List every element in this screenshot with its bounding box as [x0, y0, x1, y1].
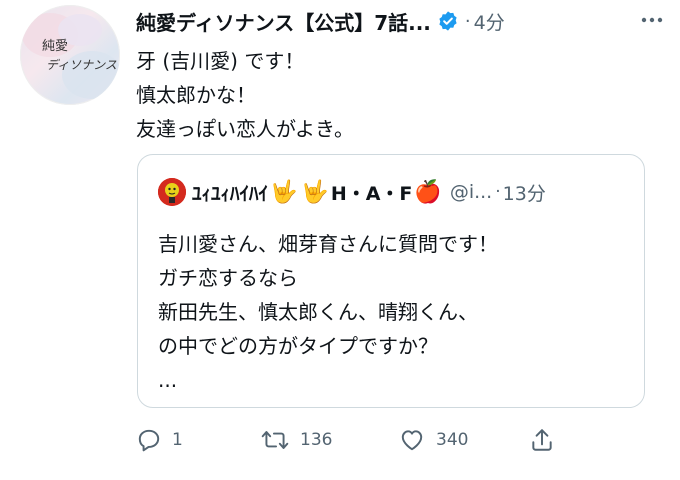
reply-button[interactable]: 1 — [136, 422, 183, 458]
love-you-gesture-emoji: 🤟 — [270, 179, 298, 205]
tweet-header: 純愛ディソナンス【公式】7話... · 4分 — [136, 6, 666, 36]
avatar[interactable]: 純愛 ディソナンス — [20, 5, 120, 105]
tweet-text-line: 友達っぽい恋人がよき。 — [136, 117, 354, 141]
retweet-count: 136 — [300, 430, 333, 450]
retweet-icon — [261, 431, 289, 450]
quoted-handle[interactable]: @i... — [450, 181, 492, 203]
quoted-text-line: ガチ恋するなら — [158, 266, 298, 290]
quoted-avatar-image — [158, 178, 186, 206]
more-icon — [641, 17, 663, 23]
retweet-button[interactable]: 136 — [260, 422, 332, 458]
quoted-text-line: 吉川愛さん、畑芽育さんに質問です！ — [158, 232, 498, 256]
quoted-tweet[interactable]: ﾕｨﾕｨﾊｲﾊｲ 🤟 🤟 H・A・F 🍎 @i... · 13分 吉川愛さん、畑… — [137, 154, 645, 408]
tweet[interactable]: 純愛 ディソナンス 純愛ディソナンス【公式】7話... · 4分 牙 (吉川愛)… — [0, 0, 680, 480]
quoted-time[interactable]: 13分 — [503, 179, 546, 206]
action-bar: 1 136 340 — [136, 422, 656, 458]
share-icon — [532, 429, 552, 451]
quoted-display-name[interactable]: ﾕｨﾕｨﾊｲﾊｲ — [192, 179, 268, 206]
reply-icon — [138, 429, 160, 452]
quoted-tweet-header: ﾕｨﾕｨﾊｲﾊｲ 🤟 🤟 H・A・F 🍎 @i... · 13分 — [158, 177, 628, 207]
like-icon — [401, 430, 423, 451]
quoted-avatar[interactable] — [158, 178, 186, 206]
tweet-text-line: 慎太郎かな！ — [136, 83, 256, 107]
tweet-text: 牙 (吉川愛) です！ 慎太郎かな！ 友達っぽい恋人がよき。 — [136, 44, 656, 146]
tweet-time[interactable]: 4分 — [474, 8, 505, 35]
like-button[interactable]: 340 — [398, 422, 468, 458]
reply-count: 1 — [172, 430, 183, 450]
quoted-display-name-suffix[interactable]: H・A・F — [331, 179, 413, 206]
quoted-text-line: の中でどの方がタイプですか？ — [158, 334, 438, 358]
verified-badge-icon — [439, 11, 457, 31]
separator-dot: · — [495, 182, 501, 202]
love-you-gesture-emoji: 🤟 — [301, 179, 329, 205]
avatar-text-line1: 純愛 — [42, 39, 68, 54]
separator-dot: · — [464, 10, 471, 32]
quoted-tweet-text: 吉川愛さん、畑芽育さんに質問です！ ガチ恋するなら 新田先生、慎太郎くん、晴翔く… — [158, 227, 498, 397]
display-name[interactable]: 純愛ディソナンス【公式】7話... — [136, 7, 431, 36]
tweet-text-line: 牙 (吉川愛) です！ — [136, 49, 305, 73]
avatar-text-line2: ディソナンス — [46, 58, 117, 72]
like-count: 340 — [436, 430, 469, 450]
quoted-text-ellipsis: ... — [158, 368, 178, 392]
more-button[interactable] — [638, 8, 666, 32]
share-button[interactable] — [529, 422, 555, 458]
quoted-text-line: 新田先生、慎太郎くん、晴翔くん、 — [158, 300, 478, 324]
avatar-image: 純愛 ディソナンス — [22, 13, 120, 99]
apple-emoji: 🍎 — [414, 179, 442, 205]
